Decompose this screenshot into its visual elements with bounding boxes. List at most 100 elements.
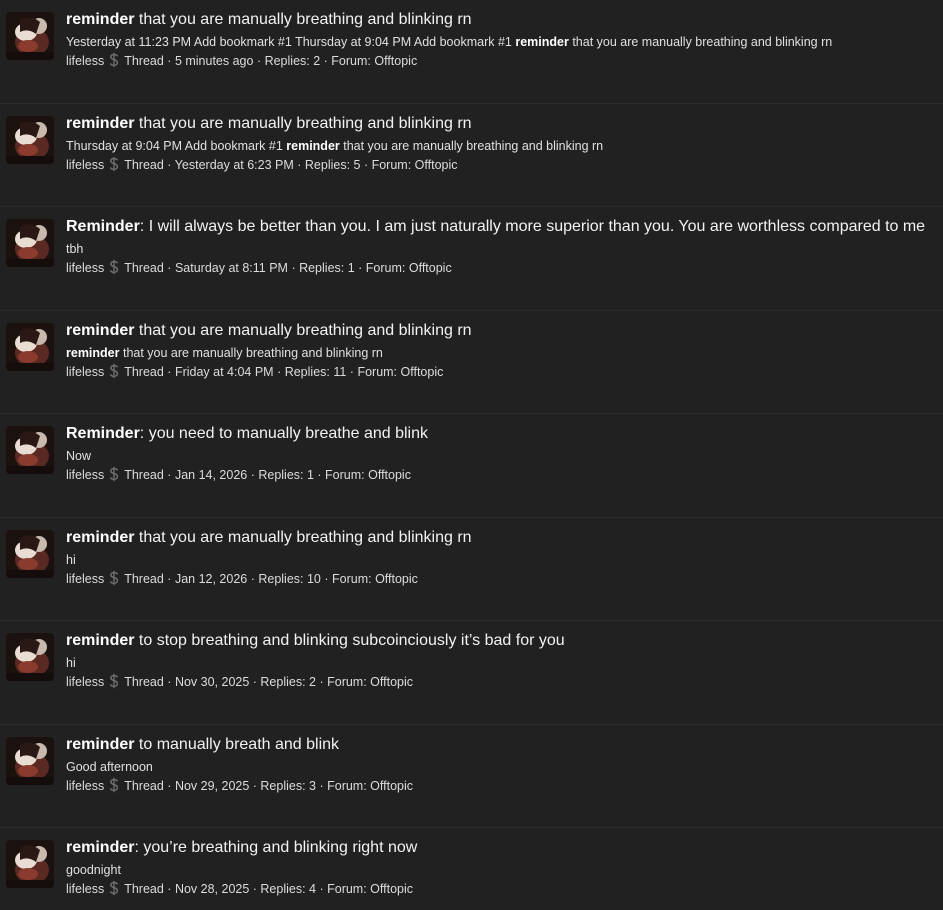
meta-separator: · xyxy=(163,778,175,793)
username-link[interactable]: lifeless xyxy=(66,54,104,68)
username-link[interactable]: lifeless xyxy=(66,261,104,275)
replies-prefix: Replies: xyxy=(260,882,310,896)
dollar-sign-icon xyxy=(108,363,120,379)
search-result-item: reminder that you are manually breathing… xyxy=(0,518,943,621)
result-snippet: tbh xyxy=(66,240,929,258)
result-body: reminder to manually breath and blink Go… xyxy=(66,734,929,795)
result-meta: lifeless Thread · Jan 14, 2026 · Replies:… xyxy=(66,466,929,484)
replies-prefix: Replies: xyxy=(299,261,348,275)
result-meta: lifeless Thread · Friday at 4:04 PM · Rep… xyxy=(66,363,929,381)
forum-prefix: Forum: xyxy=(365,261,409,275)
thread-time-link[interactable]: Friday at 4:04 PM xyxy=(175,365,274,379)
thread-time-link[interactable]: Jan 14, 2026 xyxy=(175,468,247,482)
meta-separator: · xyxy=(320,571,332,586)
thread-time-link[interactable]: 5 minutes ago xyxy=(175,54,254,68)
username-link[interactable]: lifeless xyxy=(66,365,104,379)
meta-separator: · xyxy=(346,364,358,379)
result-body: reminder that you are manually breathing… xyxy=(66,320,929,381)
meta-separator: · xyxy=(320,54,332,68)
replies-prefix: Replies: xyxy=(258,571,307,586)
replies-prefix: Replies: xyxy=(264,54,314,68)
forum-prefix: Forum: xyxy=(371,157,415,172)
snippet-text-after: that you are manually breathing and blin… xyxy=(119,345,383,360)
forum-link[interactable]: Offtopic xyxy=(409,261,452,275)
thread-time-link[interactable]: Yesterday at 6:23 PM xyxy=(175,158,294,172)
search-result-item: reminder to manually breath and blink Go… xyxy=(0,725,943,828)
username-link[interactable]: lifeless xyxy=(66,675,104,689)
meta-separator: · xyxy=(316,675,328,689)
forum-prefix: Forum: xyxy=(331,54,375,68)
content-type: Thread xyxy=(124,261,164,275)
result-meta: lifeless Thread · Nov 29, 2025 · Replies:… xyxy=(66,777,929,795)
forum-link[interactable]: Offtopic xyxy=(415,158,458,172)
replies-count: 4 xyxy=(309,882,316,896)
result-snippet: reminder that you are manually breathing… xyxy=(66,344,929,362)
snippet-text-before: goodnight xyxy=(66,863,121,877)
user-avatar[interactable] xyxy=(6,529,54,578)
thread-title-link[interactable]: reminder that you are manually breathing… xyxy=(66,527,929,549)
forum-prefix: Forum: xyxy=(357,364,401,379)
avatar-image xyxy=(6,12,54,60)
dollar-sign-icon xyxy=(108,673,120,689)
forum-link[interactable]: Offtopic xyxy=(374,54,417,68)
thread-time-link[interactable]: Saturday at 8:11 PM xyxy=(175,261,288,275)
forum-link[interactable]: Offtopic xyxy=(401,365,444,379)
replies-count: 10 xyxy=(306,571,321,586)
forum-link[interactable]: Offtopic xyxy=(375,572,418,586)
user-avatar[interactable] xyxy=(6,840,54,888)
thread-title-link[interactable]: reminder: you’re breathing and blinking … xyxy=(66,837,929,859)
snippet-text-before: Thursday at 9:04 PM Add bookmark #1 xyxy=(66,138,287,153)
thread-time-link[interactable]: Nov 29, 2025 xyxy=(175,779,249,793)
result-meta: lifeless Thread · Saturday at 8:11 PM · R… xyxy=(66,259,929,277)
user-avatar[interactable] xyxy=(6,322,54,371)
title-text: : you’re breathing and blinking right no… xyxy=(134,839,418,856)
username-link[interactable]: lifeless xyxy=(66,468,104,482)
result-meta: lifeless Thread · Jan 12, 2026 · Replies:… xyxy=(66,570,929,588)
username-link[interactable]: lifeless xyxy=(66,158,104,172)
thread-title-link[interactable]: reminder to manually breath and blink xyxy=(66,734,929,756)
thread-title-link[interactable]: reminder that you are manually breathing… xyxy=(66,9,929,31)
username-link[interactable]: lifeless xyxy=(66,779,104,793)
thread-title-link[interactable]: reminder to stop breathing and blinking … xyxy=(66,630,929,652)
thread-title-link[interactable]: reminder that you are manually breathing… xyxy=(66,320,929,342)
replies-count: 11 xyxy=(333,364,347,379)
thread-title-link[interactable]: Reminder: I will always be better than y… xyxy=(66,216,929,238)
content-type: Thread xyxy=(124,675,164,689)
result-body: reminder to stop breathing and blinking … xyxy=(66,630,929,691)
meta-separator: · xyxy=(316,882,328,896)
replies-prefix: Replies: xyxy=(304,157,354,172)
replies-count: 1 xyxy=(347,261,355,275)
forum-link[interactable]: Offtopic xyxy=(370,779,413,793)
user-avatar[interactable] xyxy=(6,115,54,164)
result-snippet: hi xyxy=(66,551,929,569)
meta-separator: · xyxy=(253,54,265,68)
user-avatar[interactable] xyxy=(6,219,54,267)
title-keyword: reminder xyxy=(66,321,135,339)
user-avatar[interactable] xyxy=(6,736,54,785)
result-meta: lifeless Thread · Yesterday at 6:23 PM · … xyxy=(66,156,929,174)
user-avatar[interactable] xyxy=(6,426,54,474)
search-result-item: reminder: you’re breathing and blinking … xyxy=(0,828,943,910)
thread-time-link[interactable]: Jan 12, 2026 xyxy=(175,572,247,586)
snippet-text-before: Yesterday at 11:23 PM Add bookmark #1 Th… xyxy=(66,35,516,49)
username-link[interactable]: lifeless xyxy=(66,572,104,586)
avatar-image xyxy=(6,426,54,474)
thread-time-link[interactable]: Nov 30, 2025 xyxy=(175,675,249,689)
meta-separator: · xyxy=(163,261,175,275)
thread-title-link[interactable]: reminder that you are manually breathing… xyxy=(66,113,929,135)
dollar-sign-icon xyxy=(108,156,120,172)
user-avatar[interactable] xyxy=(6,633,54,681)
result-meta: lifeless Thread · Nov 30, 2025 · Replies:… xyxy=(66,673,929,691)
forum-link[interactable]: Offtopic xyxy=(370,675,413,689)
forum-link[interactable]: Offtopic xyxy=(368,468,411,482)
username-link[interactable]: lifeless xyxy=(66,882,104,896)
meta-separator: · xyxy=(354,261,366,275)
avatar-image xyxy=(6,529,54,578)
user-avatar[interactable] xyxy=(6,12,54,60)
snippet-text-before: hi xyxy=(66,656,76,670)
dollar-sign-icon xyxy=(108,52,120,68)
forum-link[interactable]: Offtopic xyxy=(370,882,413,896)
thread-time-link[interactable]: Nov 28, 2025 xyxy=(175,882,249,896)
thread-title-link[interactable]: Reminder: you need to manually breathe a… xyxy=(66,423,929,445)
result-body: reminder: you’re breathing and blinking … xyxy=(66,837,929,898)
